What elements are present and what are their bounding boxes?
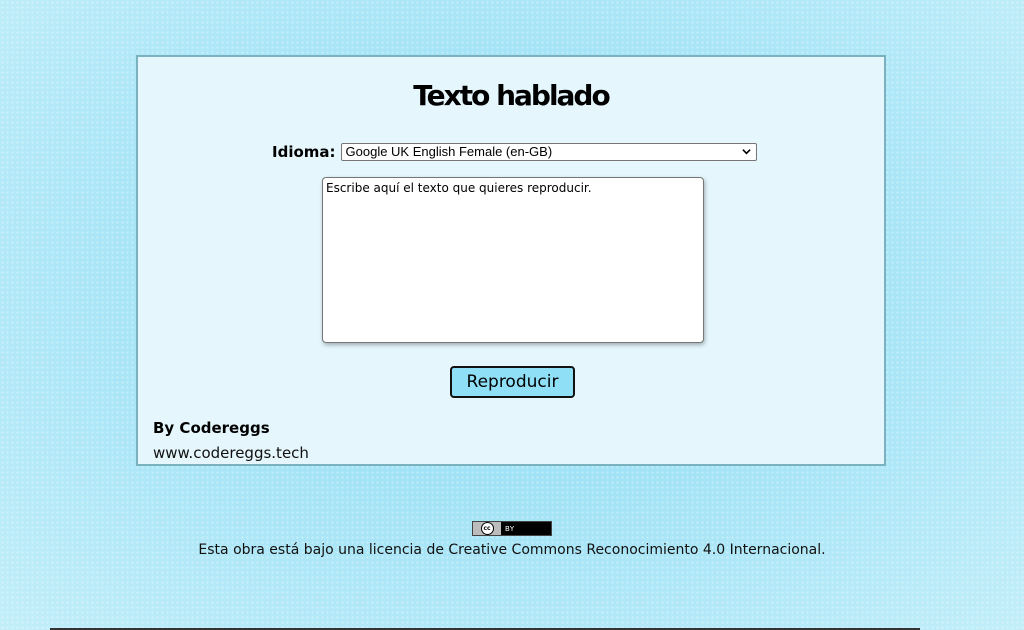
main-card: Texto hablado Idioma: Google UK English …	[136, 55, 886, 466]
language-select-value: Google UK English Female (en-GB)	[345, 144, 553, 159]
author-credit: By Codereggs	[153, 419, 270, 437]
language-row: Idioma: Google UK English Female (en-GB)	[272, 143, 757, 161]
cc-license-badge[interactable]: cc BY	[472, 521, 552, 536]
website-link[interactable]: www.codereggs.tech	[153, 444, 309, 462]
language-label: Idioma:	[272, 143, 336, 161]
cc-badge-by: BY	[505, 524, 515, 533]
cc-badge-left: cc	[473, 522, 501, 535]
page-title: Texto hablado	[413, 79, 610, 112]
cc-icon: cc	[480, 522, 494, 535]
play-button[interactable]: Reproducir	[450, 366, 575, 398]
language-select[interactable]: Google UK English Female (en-GB)	[340, 143, 757, 161]
speech-text-area[interactable]: Escribe aquí el texto que quieres reprod…	[322, 177, 704, 343]
license-text: Esta obra está bajo una licencia de Crea…	[198, 542, 826, 558]
chevron-down-icon	[741, 149, 751, 155]
